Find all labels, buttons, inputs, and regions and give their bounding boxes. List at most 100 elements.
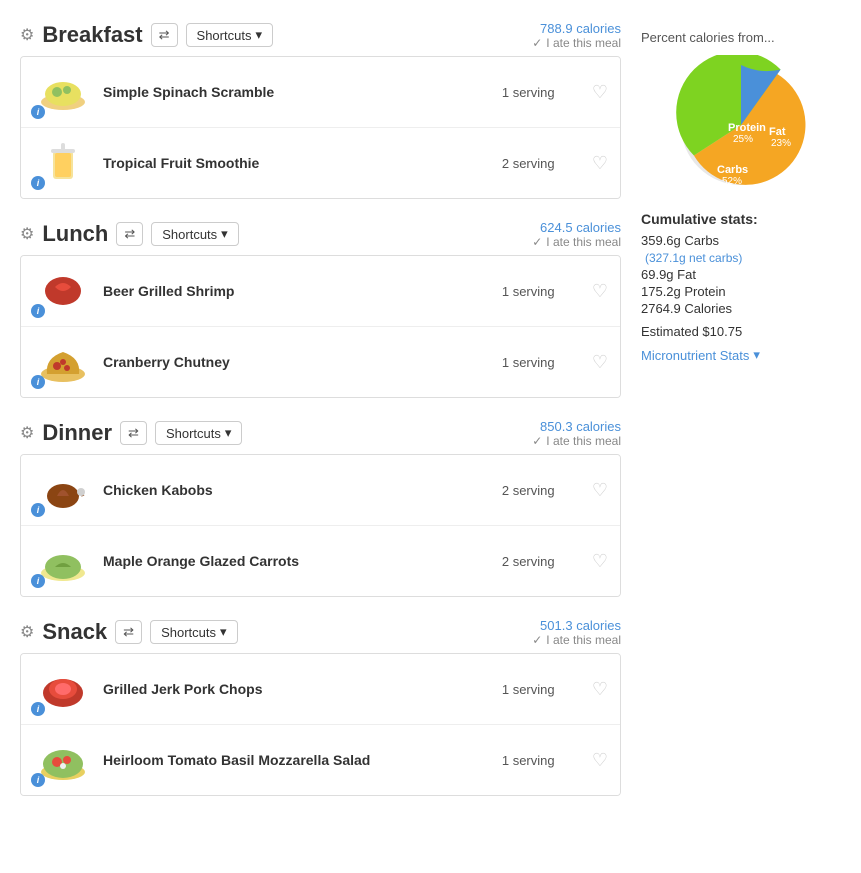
info-icon-lunch-1[interactable]: i <box>31 375 45 389</box>
food-item-dinner-0: i Chicken Kabobs 2 serving ♡ <box>21 455 620 526</box>
shortcuts-btn-dinner[interactable]: Shortcuts ▾ <box>155 421 242 445</box>
calories-link-breakfast[interactable]: 788.9 calories <box>540 21 621 36</box>
micronutrient-link[interactable]: Micronutrient Stats ▾ <box>641 347 760 363</box>
meal-dinner: ⚙ Dinner ⇄ Shortcuts ▾ 850.3 calories ✓ … <box>20 418 621 597</box>
info-icon-breakfast-0[interactable]: i <box>31 105 45 119</box>
meal-header-dinner: ⚙ Dinner ⇄ Shortcuts ▾ 850.3 calories ✓ … <box>20 418 621 448</box>
shortcuts-label-snack: Shortcuts <box>161 625 216 640</box>
food-img-shrimp <box>37 269 89 313</box>
micronutrient-dropdown-arrow: ▾ <box>753 347 760 363</box>
meal-breakfast: ⚙ Breakfast ⇄ Shortcuts ▾ 788.9 calories… <box>20 20 621 199</box>
meal-snack: ⚙ Snack ⇄ Shortcuts ▾ 501.3 calories ✓ I… <box>20 617 621 796</box>
shortcuts-dropdown-arrow-snack: ▾ <box>220 624 227 640</box>
protein-pct: 25% <box>733 134 753 145</box>
shortcuts-btn-snack[interactable]: Shortcuts ▾ <box>150 620 237 644</box>
pie-chart: Protein 25% Fat 23% Carbs 52% <box>671 55 811 195</box>
food-serving-snack-0: 1 serving <box>502 682 582 697</box>
heart-icon-lunch-0[interactable]: ♡ <box>592 281 608 302</box>
food-img-wrap-breakfast-1: i <box>33 138 93 188</box>
food-img-chutney <box>37 340 89 384</box>
food-serving-breakfast-0: 1 serving <box>502 85 582 100</box>
shuffle-btn-breakfast[interactable]: ⇄ <box>151 23 178 47</box>
shuffle-btn-lunch[interactable]: ⇄ <box>116 222 143 246</box>
ate-meal-lunch: ✓ I ate this meal <box>532 235 621 249</box>
heart-icon-dinner-0[interactable]: ♡ <box>592 480 608 501</box>
ate-meal-label-breakfast: I ate this meal <box>546 36 621 50</box>
calories-link-lunch[interactable]: 624.5 calories <box>540 220 621 235</box>
food-list-dinner: i Chicken Kabobs 2 serving ♡ i Maple Ora… <box>20 454 621 597</box>
heart-icon-dinner-1[interactable]: ♡ <box>592 551 608 572</box>
heart-icon-breakfast-0[interactable]: ♡ <box>592 82 608 103</box>
food-item-lunch-0: i Beer Grilled Shrimp 1 serving ♡ <box>21 256 620 327</box>
info-icon-dinner-0[interactable]: i <box>31 503 45 517</box>
gear-icon-dinner[interactable]: ⚙ <box>20 423 34 443</box>
check-icon-snack: ✓ <box>532 633 542 647</box>
food-item-snack-0: i Grilled Jerk Pork Chops 1 serving ♡ <box>21 654 620 725</box>
shortcuts-btn-breakfast[interactable]: Shortcuts ▾ <box>186 23 273 47</box>
food-img-wrap-lunch-0: i <box>33 266 93 316</box>
carbs-pct: 52% <box>722 176 742 187</box>
gear-icon-breakfast[interactable]: ⚙ <box>20 25 34 45</box>
calories-link-dinner[interactable]: 850.3 calories <box>540 419 621 434</box>
food-img-wrap-snack-1: i <box>33 735 93 785</box>
food-name-lunch-0: Beer Grilled Shrimp <box>103 283 492 299</box>
food-item-dinner-1: i Maple Orange Glazed Carrots 2 serving … <box>21 526 620 596</box>
info-icon-breakfast-1[interactable]: i <box>31 176 45 190</box>
shuffle-icon-dinner: ⇄ <box>128 425 139 441</box>
meal-lunch: ⚙ Lunch ⇄ Shortcuts ▾ 624.5 calories ✓ I… <box>20 219 621 398</box>
shuffle-icon-breakfast: ⇄ <box>159 27 170 43</box>
shortcuts-btn-lunch[interactable]: Shortcuts ▾ <box>151 222 238 246</box>
food-img-salad <box>37 738 89 782</box>
shortcuts-dropdown-arrow-lunch: ▾ <box>221 226 228 242</box>
protein-label: Protein <box>728 122 766 134</box>
heart-icon-lunch-1[interactable]: ♡ <box>592 352 608 373</box>
stat-carbs: 359.6g Carbs <box>641 233 841 248</box>
food-name-breakfast-0: Simple Spinach Scramble <box>103 84 492 100</box>
food-img-carrots <box>37 539 89 583</box>
pie-chart-wrap: Protein 25% Fat 23% Carbs 52% <box>641 55 841 195</box>
check-icon-lunch: ✓ <box>532 235 542 249</box>
food-item-breakfast-1: i Tropical Fruit Smoothie 2 serving ♡ <box>21 128 620 198</box>
info-icon-lunch-0[interactable]: i <box>31 304 45 318</box>
ate-meal-label-dinner: I ate this meal <box>546 434 621 448</box>
stat-protein: 175.2g Protein <box>641 284 841 299</box>
shuffle-btn-dinner[interactable]: ⇄ <box>120 421 147 445</box>
food-img-pork <box>37 667 89 711</box>
stat-calories: 2764.9 Calories <box>641 301 841 316</box>
shortcuts-label-breakfast: Shortcuts <box>197 28 252 43</box>
stat-net-carbs: (327.1g net carbs) <box>641 250 841 265</box>
ate-meal-label-lunch: I ate this meal <box>546 235 621 249</box>
food-serving-dinner-1: 2 serving <box>502 554 582 569</box>
calories-link-snack[interactable]: 501.3 calories <box>540 618 621 633</box>
meal-title-dinner: Dinner <box>42 420 112 446</box>
meals-column: ⚙ Breakfast ⇄ Shortcuts ▾ 788.9 calories… <box>20 20 621 816</box>
shuffle-btn-snack[interactable]: ⇄ <box>115 620 142 644</box>
gear-icon-snack[interactable]: ⚙ <box>20 622 34 642</box>
food-img-wrap-snack-0: i <box>33 664 93 714</box>
page-container: ⚙ Breakfast ⇄ Shortcuts ▾ 788.9 calories… <box>0 0 861 836</box>
info-icon-snack-1[interactable]: i <box>31 773 45 787</box>
food-name-dinner-1: Maple Orange Glazed Carrots <box>103 553 492 569</box>
stat-fat: 69.9g Fat <box>641 267 841 282</box>
fat-label: Fat <box>769 126 786 138</box>
food-name-lunch-1: Cranberry Chutney <box>103 354 492 370</box>
food-img-chicken <box>37 468 89 512</box>
gear-icon-lunch[interactable]: ⚙ <box>20 224 34 244</box>
info-icon-snack-0[interactable]: i <box>31 702 45 716</box>
food-img-wrap-dinner-1: i <box>33 536 93 586</box>
heart-icon-snack-1[interactable]: ♡ <box>592 750 608 771</box>
food-name-breakfast-1: Tropical Fruit Smoothie <box>103 155 492 171</box>
meal-header-snack: ⚙ Snack ⇄ Shortcuts ▾ 501.3 calories ✓ I… <box>20 617 621 647</box>
food-item-breakfast-0: i Simple Spinach Scramble 1 serving ♡ <box>21 57 620 128</box>
food-serving-lunch-0: 1 serving <box>502 284 582 299</box>
heart-icon-snack-0[interactable]: ♡ <box>592 679 608 700</box>
ate-meal-dinner: ✓ I ate this meal <box>532 434 621 448</box>
meal-header-lunch: ⚙ Lunch ⇄ Shortcuts ▾ 624.5 calories ✓ I… <box>20 219 621 249</box>
meal-title-snack: Snack <box>42 619 107 645</box>
info-icon-dinner-1[interactable]: i <box>31 574 45 588</box>
heart-icon-breakfast-1[interactable]: ♡ <box>592 153 608 174</box>
food-img-smoothie <box>37 141 89 185</box>
food-name-snack-1: Heirloom Tomato Basil Mozzarella Salad <box>103 752 492 768</box>
check-icon-breakfast: ✓ <box>532 36 542 50</box>
ate-meal-breakfast: ✓ I ate this meal <box>532 36 621 50</box>
